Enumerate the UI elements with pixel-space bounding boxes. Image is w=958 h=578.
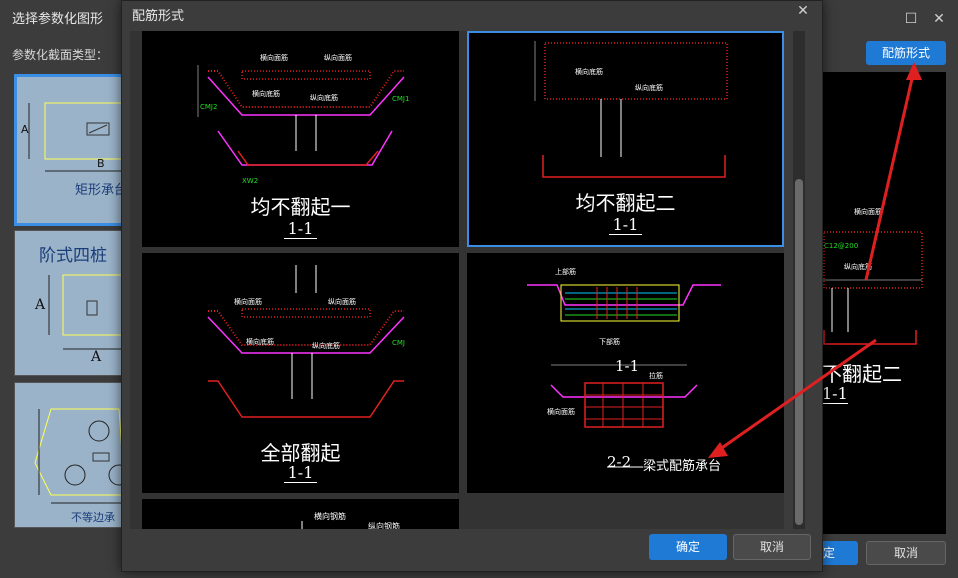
rebar-option-5[interactable]: 横向钢筋 纵向钢筋 [142, 499, 459, 529]
preview-label-3: C12@200 [824, 242, 859, 250]
option-4-label-3: 下部筋 [599, 338, 620, 346]
option-3-label-5: CMJ [392, 339, 405, 347]
rebar-option-2[interactable]: 横向底筋 纵向底筋 均不翻起二 1-1 [467, 31, 784, 247]
preview-label-1: 横向面筋 [854, 208, 882, 216]
close-icon[interactable]: ✕ [796, 4, 810, 18]
preview-caption: 不翻起二 [822, 362, 902, 386]
thumb-unequal-diagram [34, 408, 125, 504]
scrollbar-thumb[interactable] [795, 179, 803, 525]
rebar-option-3[interactable]: 横向面筋 纵向面筋 横向底筋 纵向底筋 CMJ 全部翻起 1-1 [142, 253, 459, 493]
rebar-option-grid: 横向面筋 纵向面筋 纵向底筋 横向底筋 CMJ2 CMJ1 XW2 均不翻起一 … [130, 31, 784, 529]
outer-cancel-button[interactable]: 取消 [866, 541, 946, 565]
option-1-label-3: 纵向底筋 [310, 94, 338, 102]
option-5-diagram [301, 521, 303, 529]
option-1-label-6: CMJ1 [392, 95, 410, 103]
option-grid-scrollbar[interactable] [793, 31, 805, 529]
preview-label-2: 纵向底筋 [844, 263, 872, 271]
option-2-label-2: 纵向底筋 [635, 84, 663, 92]
inner-confirm-button[interactable]: 确定 [649, 534, 727, 560]
outer-dialog-title: 选择参数化图形 [12, 12, 104, 27]
rebar-option-4[interactable]: 上部筋 横向面筋 下部筋 拉筋 1-1 2-2 梁式配筋承台 [467, 253, 784, 493]
option-4-section-top: 1-1 [615, 357, 640, 375]
rebar-option-1[interactable]: 横向面筋 纵向面筋 纵向底筋 横向底筋 CMJ2 CMJ1 XW2 均不翻起一 … [142, 31, 459, 247]
option-1-label-4: 横向底筋 [252, 90, 280, 98]
thumb-stepped-four-pile[interactable]: 阶式四桩 A A [14, 230, 126, 376]
maximize-icon[interactable]: ☐ [904, 12, 918, 26]
option-3-label-3: 横向底筋 [246, 338, 274, 346]
rebar-form-dialog: 配筋形式 ✕ 横向面筋 纵向面筋 纵向底筋 横向底筋 CMJ2 CMJ1 XW2… [121, 0, 823, 572]
option-2-label-1: 横向底筋 [575, 68, 603, 76]
option-2-section: 1-1 [467, 215, 784, 235]
option-3-label-2: 纵向面筋 [328, 298, 356, 306]
option-3-section: 1-1 [142, 463, 459, 483]
preview-diagram [822, 231, 923, 345]
thumb-rect-diagram [28, 102, 127, 172]
option-3-label-1: 横向面筋 [234, 298, 262, 306]
section-type-label: 参数化截面类型： [12, 48, 109, 62]
preview-section: 1-1 [822, 384, 848, 404]
option-1-label-2: 纵向面筋 [324, 54, 352, 62]
thumb-dim-a: A [35, 297, 46, 313]
option-1-label-5: CMJ2 [200, 103, 218, 111]
thumb-dim-b: B [97, 157, 105, 170]
option-1-title: 均不翻起一 [250, 195, 351, 219]
thumb-dim-b: A [91, 349, 102, 365]
option-3-label-4: 纵向底筋 [312, 342, 340, 350]
thumb-dim-a: A [21, 123, 29, 136]
rebar-form-button[interactable]: 配筋形式 [866, 41, 946, 65]
option-3-title: 全部翻起 [260, 441, 341, 465]
thumb-caption: 矩形承台 [75, 183, 128, 198]
option-4-label-4: 拉筋 [649, 372, 663, 380]
option-1-label-7: XW2 [242, 177, 259, 185]
option-1-section: 1-1 [142, 219, 459, 239]
inner-dialog-title: 配筋形式 [132, 9, 185, 24]
inner-cancel-button[interactable]: 取消 [733, 534, 811, 560]
option-4-section: 2-2 [607, 453, 632, 471]
rebar-preview-panel: 横向面筋 纵向底筋 C12@200 不翻起二 1-1 [818, 72, 946, 534]
option-1-label-1: 横向面筋 [260, 54, 288, 62]
close-icon[interactable]: ✕ [932, 12, 946, 26]
thumb-caption: 阶式四桩 [39, 246, 107, 266]
option-2-title: 均不翻起二 [575, 191, 676, 215]
thumb-unequal-cap[interactable]: 不等边承台 [14, 382, 126, 528]
thumb-caption: 不等边承台 [71, 511, 115, 524]
option-4-title: 梁式配筋承台 [643, 459, 722, 474]
option-4-label-1: 上部筋 [555, 268, 576, 276]
option-4-label-2: 横向面筋 [547, 408, 575, 416]
thumb-rect-cap[interactable]: A B 矩形承台 [14, 74, 130, 226]
